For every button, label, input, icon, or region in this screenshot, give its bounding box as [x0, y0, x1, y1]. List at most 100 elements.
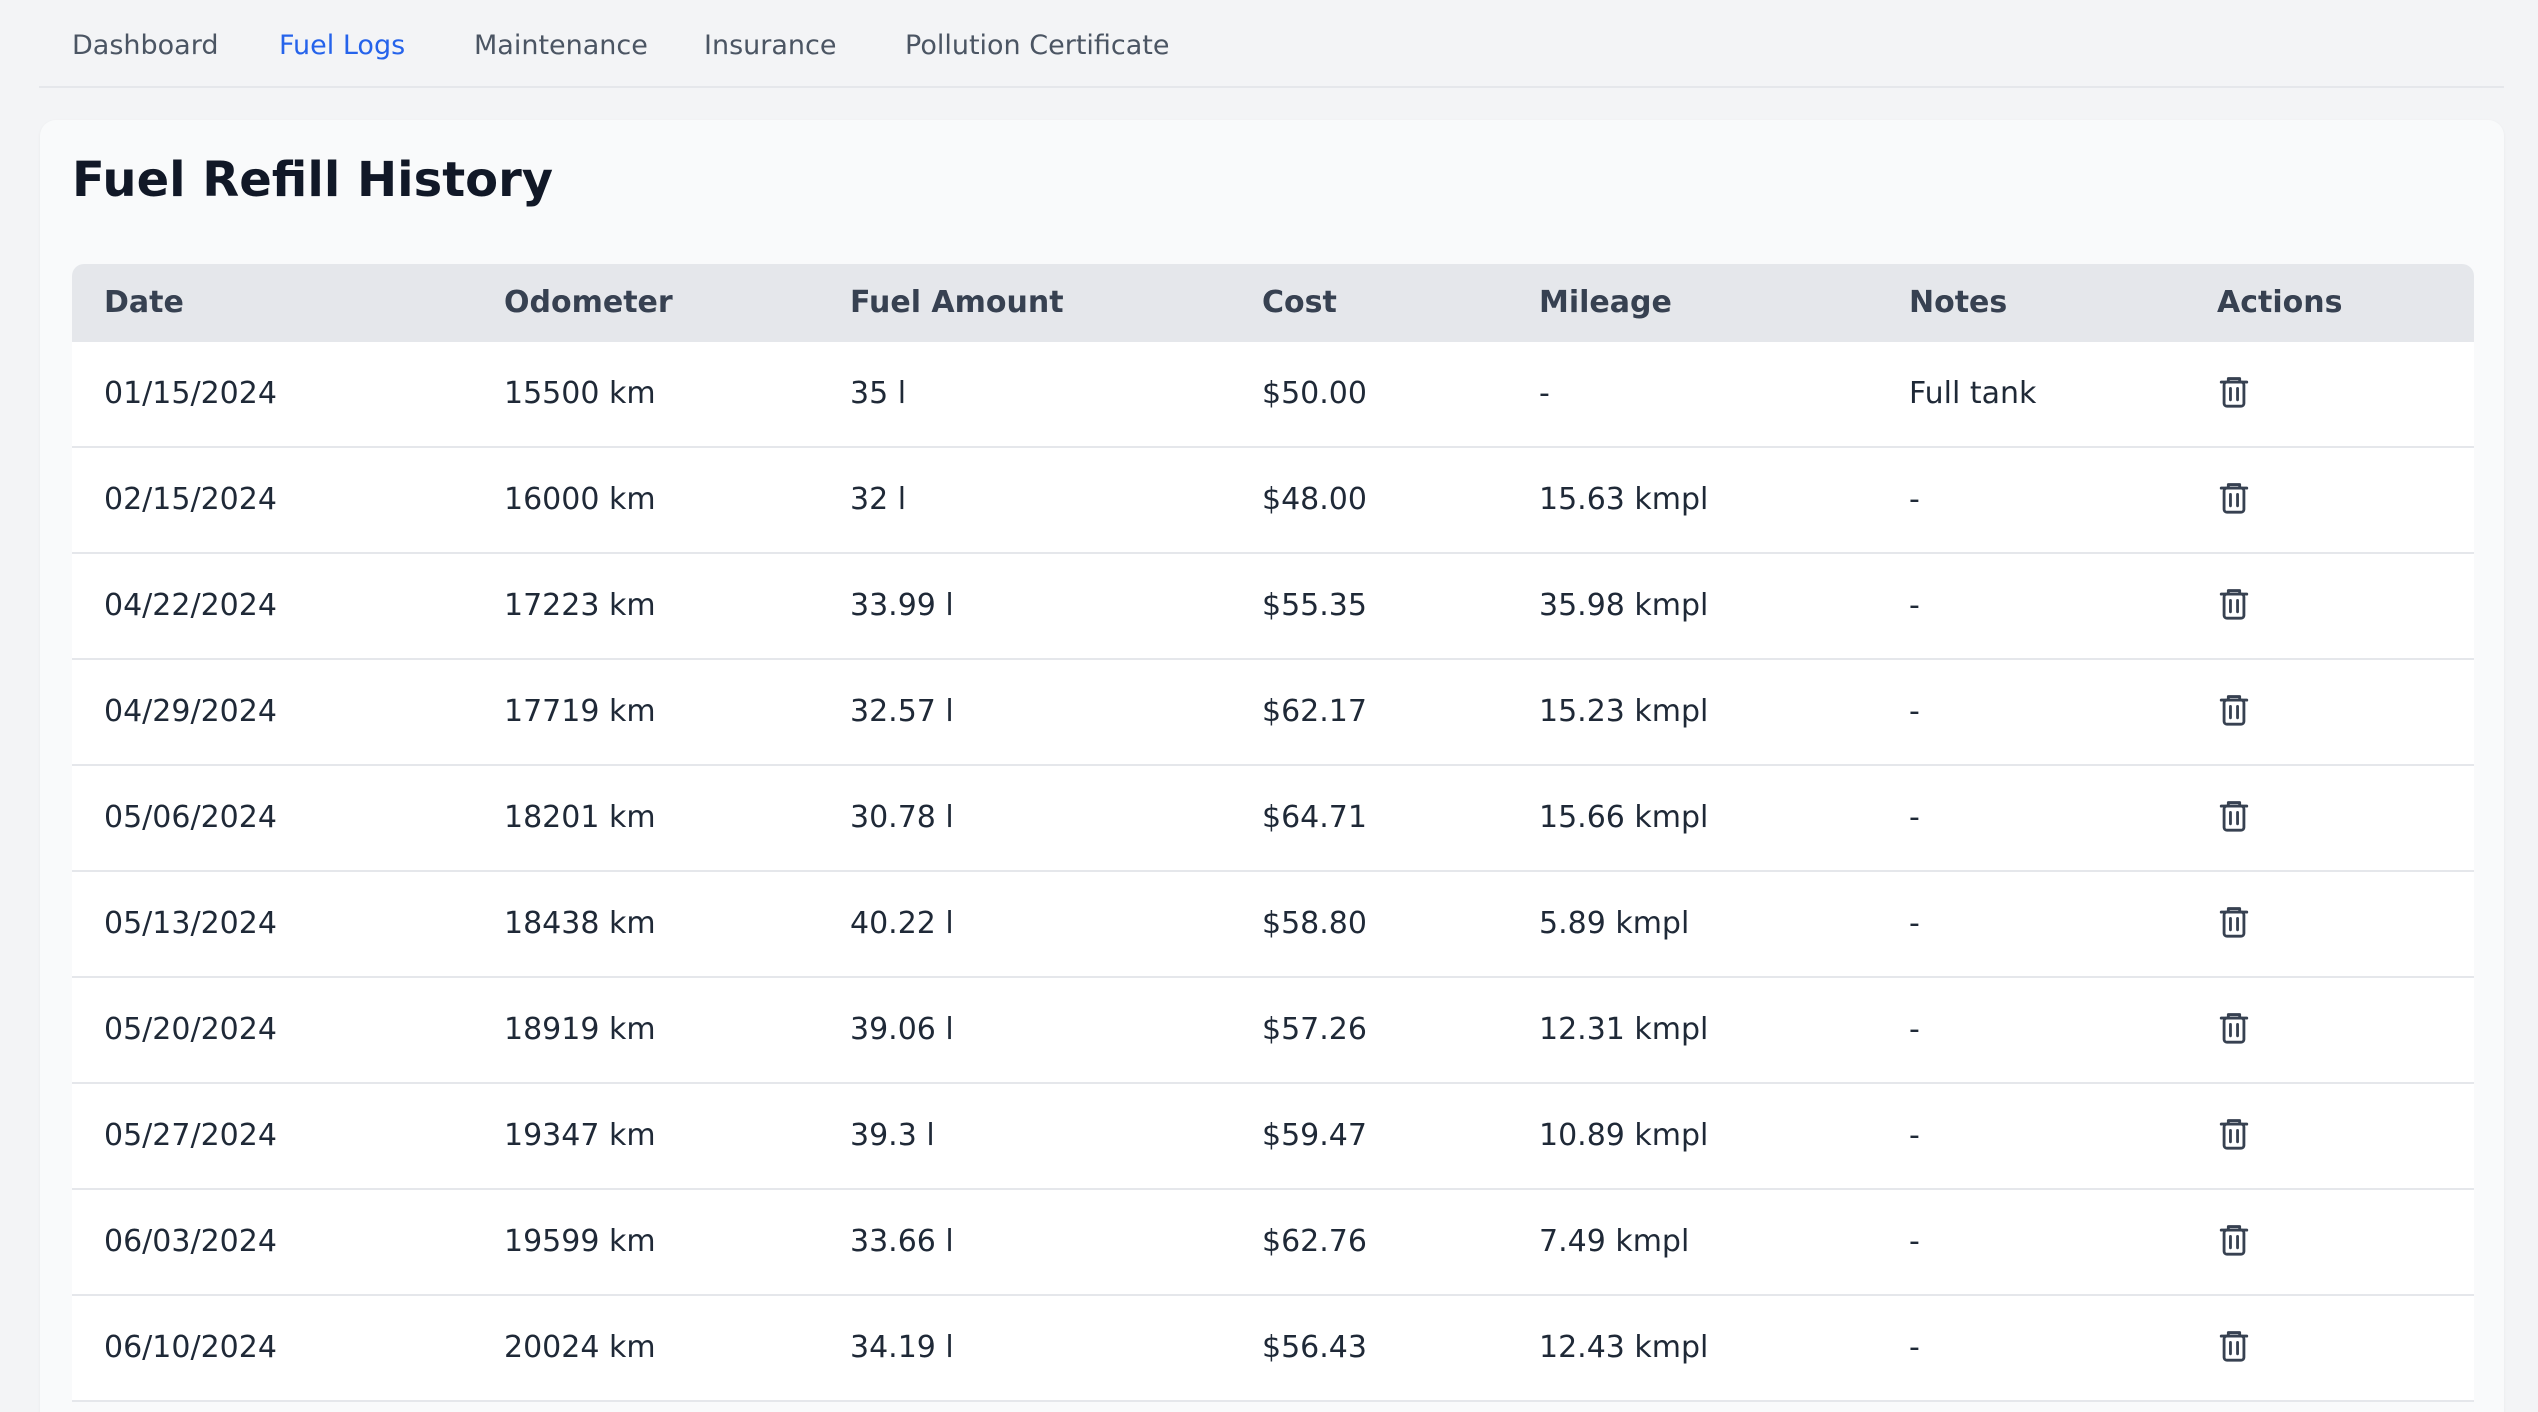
cell-notes: Full tank	[1909, 376, 2037, 411]
cell-notes: -	[1909, 1012, 1920, 1047]
cell-fuel-amount: 30.78 l	[850, 800, 954, 835]
delete-button[interactable]	[2214, 480, 2254, 520]
cell-mileage: 15.66 kmpl	[1539, 800, 1709, 835]
cell-odometer: 18438 km	[504, 906, 656, 941]
cell-date: 05/06/2024	[104, 800, 277, 835]
trash-icon	[2217, 479, 2251, 521]
trash-icon	[2217, 373, 2251, 415]
delete-button[interactable]	[2214, 586, 2254, 626]
cell-date: 04/22/2024	[104, 588, 277, 623]
top-nav: Dashboard Fuel Logs Maintenance Insuranc…	[39, 0, 2504, 88]
trash-icon	[2217, 903, 2251, 945]
delete-button[interactable]	[2214, 1116, 2254, 1156]
cell-odometer: 16000 km	[504, 482, 656, 517]
cell-cost: $58.80	[1262, 906, 1367, 941]
cell-mileage: -	[1539, 376, 1550, 411]
delete-button[interactable]	[2214, 1010, 2254, 1050]
cell-fuel-amount: 39.3 l	[850, 1118, 935, 1153]
cell-odometer: 18201 km	[504, 800, 656, 835]
cell-date: 02/15/2024	[104, 482, 277, 517]
trash-icon	[2217, 1327, 2251, 1369]
page-title: Fuel Refill History	[72, 152, 554, 208]
cell-notes: -	[1909, 482, 1920, 517]
cell-cost: $59.47	[1262, 1118, 1367, 1153]
table-row: 05/27/2024 19347 km 39.3 l $59.47 10.89 kmpl…	[72, 1084, 2474, 1190]
cell-mileage: 7.49 kmpl	[1539, 1224, 1690, 1259]
cell-date: 05/13/2024	[104, 906, 277, 941]
cell-mileage: 12.43 kmpl	[1539, 1330, 1709, 1365]
table-row: 06/10/2024 20024 km 34.19 l $56.43 12.43 kmp…	[72, 1296, 2474, 1402]
trash-icon	[2217, 1221, 2251, 1263]
table-row: 05/13/2024 18438 km 40.22 l $58.80 5.89 kmpl…	[72, 872, 2474, 978]
fuel-history-card: Fuel Refill History Date Odometer Fuel A…	[40, 120, 2504, 1412]
cell-fuel-amount: 40.22 l	[850, 906, 954, 941]
cell-odometer: 18919 km	[504, 1012, 656, 1047]
cell-mileage: 5.89 kmpl	[1539, 906, 1690, 941]
column-header-fuel-amount: Fuel Amount	[850, 285, 1064, 320]
table-row: 04/29/2024 17719 km 32.57 l $62.17 15.23 kmp…	[72, 660, 2474, 766]
tab-dashboard[interactable]: Dashboard	[72, 30, 218, 61]
table-header: Date Odometer Fuel Amount Cost Mileage N…	[72, 264, 2474, 342]
delete-button[interactable]	[2214, 1222, 2254, 1262]
cell-date: 01/15/2024	[104, 376, 277, 411]
column-header-odometer: Odometer	[504, 285, 673, 320]
column-header-cost: Cost	[1262, 285, 1337, 320]
cell-odometer: 19347 km	[504, 1118, 656, 1153]
cell-mileage: 12.31 kmpl	[1539, 1012, 1709, 1047]
table-row: 06/03/2024 19599 km 33.66 l $62.76 7.49 kmpl…	[72, 1190, 2474, 1296]
trash-icon	[2217, 1115, 2251, 1157]
delete-button[interactable]	[2214, 692, 2254, 732]
cell-odometer: 15500 km	[504, 376, 656, 411]
cell-notes: -	[1909, 1224, 1920, 1259]
cell-fuel-amount: 33.66 l	[850, 1224, 954, 1259]
cell-cost: $55.35	[1262, 588, 1367, 623]
table-row: 05/06/2024 18201 km 30.78 l $64.71 15.66 kmp…	[72, 766, 2474, 872]
trash-icon	[2217, 1009, 2251, 1051]
column-header-notes: Notes	[1909, 285, 2008, 320]
delete-button[interactable]	[2214, 1328, 2254, 1368]
cell-date: 05/20/2024	[104, 1012, 277, 1047]
cell-cost: $64.71	[1262, 800, 1367, 835]
cell-odometer: 19599 km	[504, 1224, 656, 1259]
cell-notes: -	[1909, 800, 1920, 835]
delete-button[interactable]	[2214, 374, 2254, 414]
cell-mileage: 10.89 kmpl	[1539, 1118, 1709, 1153]
cell-fuel-amount: 33.99 l	[850, 588, 954, 623]
delete-button[interactable]	[2214, 798, 2254, 838]
table-body: 01/15/2024 15500 km 35 l $50.00 - Full tank 02…	[72, 342, 2474, 1402]
cell-fuel-amount: 32.57 l	[850, 694, 954, 729]
column-header-date: Date	[104, 285, 184, 320]
cell-date: 06/03/2024	[104, 1224, 277, 1259]
cell-notes: -	[1909, 1118, 1920, 1153]
table-row: 05/20/2024 18919 km 39.06 l $57.26 12.31 kmp…	[72, 978, 2474, 1084]
cell-cost: $48.00	[1262, 482, 1367, 517]
table-row: 02/15/2024 16000 km 32 l $48.00 15.63 kmpl -	[72, 448, 2474, 554]
fuel-log-table: Date Odometer Fuel Amount Cost Mileage N…	[72, 264, 2474, 1402]
tab-pollution-certificate[interactable]: Pollution Certificate	[905, 30, 1170, 61]
column-header-actions: Actions	[2217, 285, 2343, 320]
cell-notes: -	[1909, 906, 1920, 941]
tab-maintenance[interactable]: Maintenance	[474, 30, 648, 61]
cell-odometer: 17719 km	[504, 694, 656, 729]
trash-icon	[2217, 691, 2251, 733]
tab-fuel-logs[interactable]: Fuel Logs	[279, 30, 405, 61]
cell-cost: $57.26	[1262, 1012, 1367, 1047]
cell-notes: -	[1909, 1330, 1920, 1365]
cell-fuel-amount: 39.06 l	[850, 1012, 954, 1047]
cell-notes: -	[1909, 588, 1920, 623]
cell-mileage: 35.98 kmpl	[1539, 588, 1709, 623]
cell-date: 04/29/2024	[104, 694, 277, 729]
column-header-mileage: Mileage	[1539, 285, 1672, 320]
cell-cost: $56.43	[1262, 1330, 1367, 1365]
cell-cost: $62.17	[1262, 694, 1367, 729]
cell-fuel-amount: 34.19 l	[850, 1330, 954, 1365]
cell-date: 06/10/2024	[104, 1330, 277, 1365]
delete-button[interactable]	[2214, 904, 2254, 944]
cell-odometer: 20024 km	[504, 1330, 656, 1365]
tab-insurance[interactable]: Insurance	[704, 30, 836, 61]
trash-icon	[2217, 797, 2251, 839]
table-row: 01/15/2024 15500 km 35 l $50.00 - Full tank	[72, 342, 2474, 448]
cell-fuel-amount: 35 l	[850, 376, 907, 411]
cell-notes: -	[1909, 694, 1920, 729]
cell-odometer: 17223 km	[504, 588, 656, 623]
